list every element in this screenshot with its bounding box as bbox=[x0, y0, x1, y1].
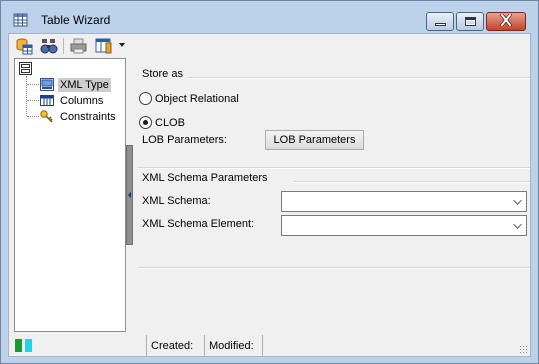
radio-indicator[interactable] bbox=[139, 116, 152, 129]
group-divider bbox=[188, 77, 530, 79]
toolbar bbox=[9, 34, 530, 58]
xml-schema-label: XML Schema: bbox=[142, 195, 211, 207]
panel-splitter[interactable] bbox=[126, 145, 133, 245]
radio-indicator[interactable] bbox=[139, 92, 152, 105]
tree-connector bbox=[27, 116, 39, 117]
minimize-button[interactable] bbox=[426, 12, 454, 31]
wizard-client-area: XML Type Columns Constraints Store as Ob… bbox=[8, 33, 531, 357]
chevron-down-icon[interactable] bbox=[119, 43, 125, 47]
status-empty-cell bbox=[262, 335, 530, 356]
navigation-tree: XML Type Columns Constraints bbox=[14, 58, 126, 332]
store-as-title: Store as bbox=[142, 68, 183, 80]
tree-connector bbox=[27, 84, 39, 85]
status-bar: Created: Modified: bbox=[9, 335, 530, 356]
tree-item-label: XML Type bbox=[58, 77, 111, 92]
table-wizard-window: Table Wizard XML Type Columns Constraint… bbox=[0, 0, 539, 364]
columns-icon bbox=[40, 94, 54, 107]
chevron-down-icon[interactable] bbox=[513, 220, 522, 229]
progress-block bbox=[25, 339, 32, 352]
column-layout-icon[interactable] bbox=[95, 37, 113, 55]
binoculars-icon[interactable] bbox=[40, 37, 58, 55]
tree-root-icon[interactable] bbox=[19, 62, 33, 76]
group-divider bbox=[138, 167, 530, 169]
lob-parameters-button[interactable]: LOB Parameters bbox=[265, 130, 364, 150]
close-icon bbox=[499, 13, 513, 29]
maximize-icon bbox=[464, 17, 476, 26]
minimize-icon bbox=[434, 23, 446, 26]
maximize-button[interactable] bbox=[456, 12, 484, 31]
xml-type-icon bbox=[40, 78, 54, 91]
radio-clob[interactable]: CLOB bbox=[139, 116, 185, 129]
tree-item-label: Columns bbox=[60, 94, 104, 107]
database-table-icon[interactable] bbox=[15, 37, 33, 55]
group-divider bbox=[294, 181, 530, 183]
tree-item-label: Constraints bbox=[60, 110, 116, 123]
chevron-down-icon[interactable] bbox=[513, 196, 522, 205]
tree-connector bbox=[27, 100, 39, 101]
xml-type-panel: Store as Object Relational CLOB LOB Para… bbox=[134, 58, 530, 332]
xml-schema-select[interactable] bbox=[281, 191, 527, 212]
table-grid-icon bbox=[13, 12, 29, 28]
xml-schema-element-label: XML Schema Element: bbox=[142, 218, 255, 230]
window-title: Table Wizard bbox=[41, 13, 111, 27]
radio-label: Object Relational bbox=[155, 92, 239, 105]
tree-item-constraints[interactable]: Constraints bbox=[40, 109, 118, 124]
resize-grip-icon[interactable] bbox=[519, 345, 528, 354]
title-bar[interactable]: Table Wizard bbox=[1, 1, 538, 35]
tree-connector bbox=[26, 76, 27, 116]
progress-block bbox=[15, 339, 22, 352]
radio-object-relational[interactable]: Object Relational bbox=[139, 92, 239, 105]
xml-schema-parameters-title: XML Schema Parameters bbox=[142, 172, 268, 184]
radio-label: CLOB bbox=[155, 116, 185, 129]
status-modified: Modified: bbox=[204, 335, 262, 356]
tree-item-columns[interactable]: Columns bbox=[40, 93, 105, 108]
printer-icon[interactable] bbox=[70, 37, 88, 55]
tree-item-xml-type[interactable]: XML Type bbox=[40, 77, 111, 92]
xml-schema-element-select[interactable] bbox=[281, 215, 527, 236]
status-created: Created: bbox=[146, 335, 203, 356]
lob-parameters-label: LOB Parameters: bbox=[142, 134, 227, 146]
key-icon bbox=[40, 110, 54, 123]
collapse-arrow-icon[interactable] bbox=[128, 192, 131, 198]
close-button[interactable] bbox=[486, 12, 526, 31]
toolbar-separator bbox=[63, 38, 64, 54]
group-divider bbox=[138, 267, 530, 269]
